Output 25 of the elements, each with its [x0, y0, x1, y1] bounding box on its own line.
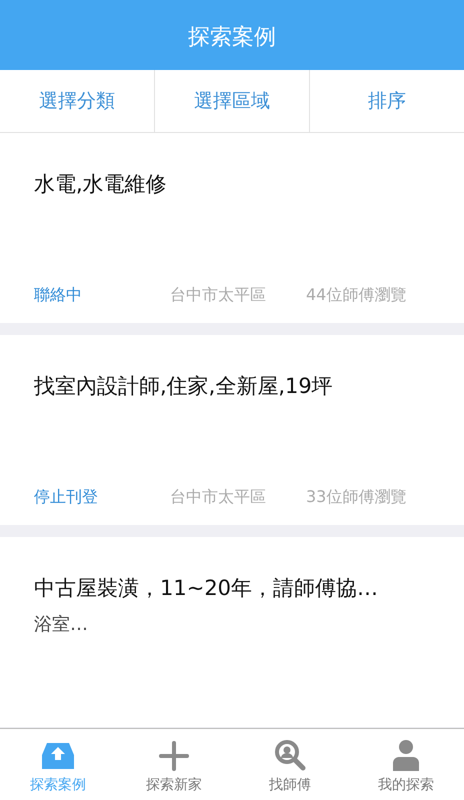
header-title: 探索案例 — [188, 24, 276, 52]
case-status: 停止刊登 — [34, 486, 99, 508]
case-description: 浴室… — [34, 612, 89, 636]
filter-button[interactable]: 選擇區域 — [154, 70, 309, 132]
filter-button[interactable]: 選擇分類 — [0, 70, 154, 132]
case-status: 聯絡中 — [34, 284, 83, 306]
tab-item[interactable]: 我的探索 — [348, 729, 464, 800]
case-location: 台中市太平區 — [170, 284, 267, 306]
case-card[interactable]: 中古屋裝潢，11~20年，請師傅協… 浴室… — [0, 537, 464, 727]
case-title: 中古屋裝潢，11~20年，請師傅協… — [34, 575, 380, 602]
tab-item[interactable]: 探索案例 — [0, 729, 116, 800]
case-card[interactable]: 水電,水電維修 聯絡中 台中市太平區 44位師傅瀏覽 — [0, 133, 464, 323]
filter-button[interactable]: 排序 — [309, 70, 464, 132]
case-location: 台中市太平區 — [170, 486, 267, 508]
tab-item[interactable]: 找師傅 — [232, 729, 348, 800]
case-title: 找室內設計師,住家,全新屋,19坪 — [34, 373, 334, 400]
view-count: 33位師傅瀏覽 — [306, 486, 406, 508]
view-count: 44位師傅瀏覽 — [306, 284, 406, 306]
person-icon — [392, 739, 420, 771]
case-title: 水電,水電維修 — [34, 171, 168, 198]
plus-icon — [159, 741, 189, 771]
tray-icon — [41, 741, 75, 771]
case-card[interactable]: 找室內設計師,住家,全新屋,19坪 停止刊登 台中市太平區 33位師傅瀏覽 — [0, 335, 464, 525]
search-icon — [273, 739, 307, 771]
tab-item[interactable]: 探索新家 — [116, 729, 232, 800]
